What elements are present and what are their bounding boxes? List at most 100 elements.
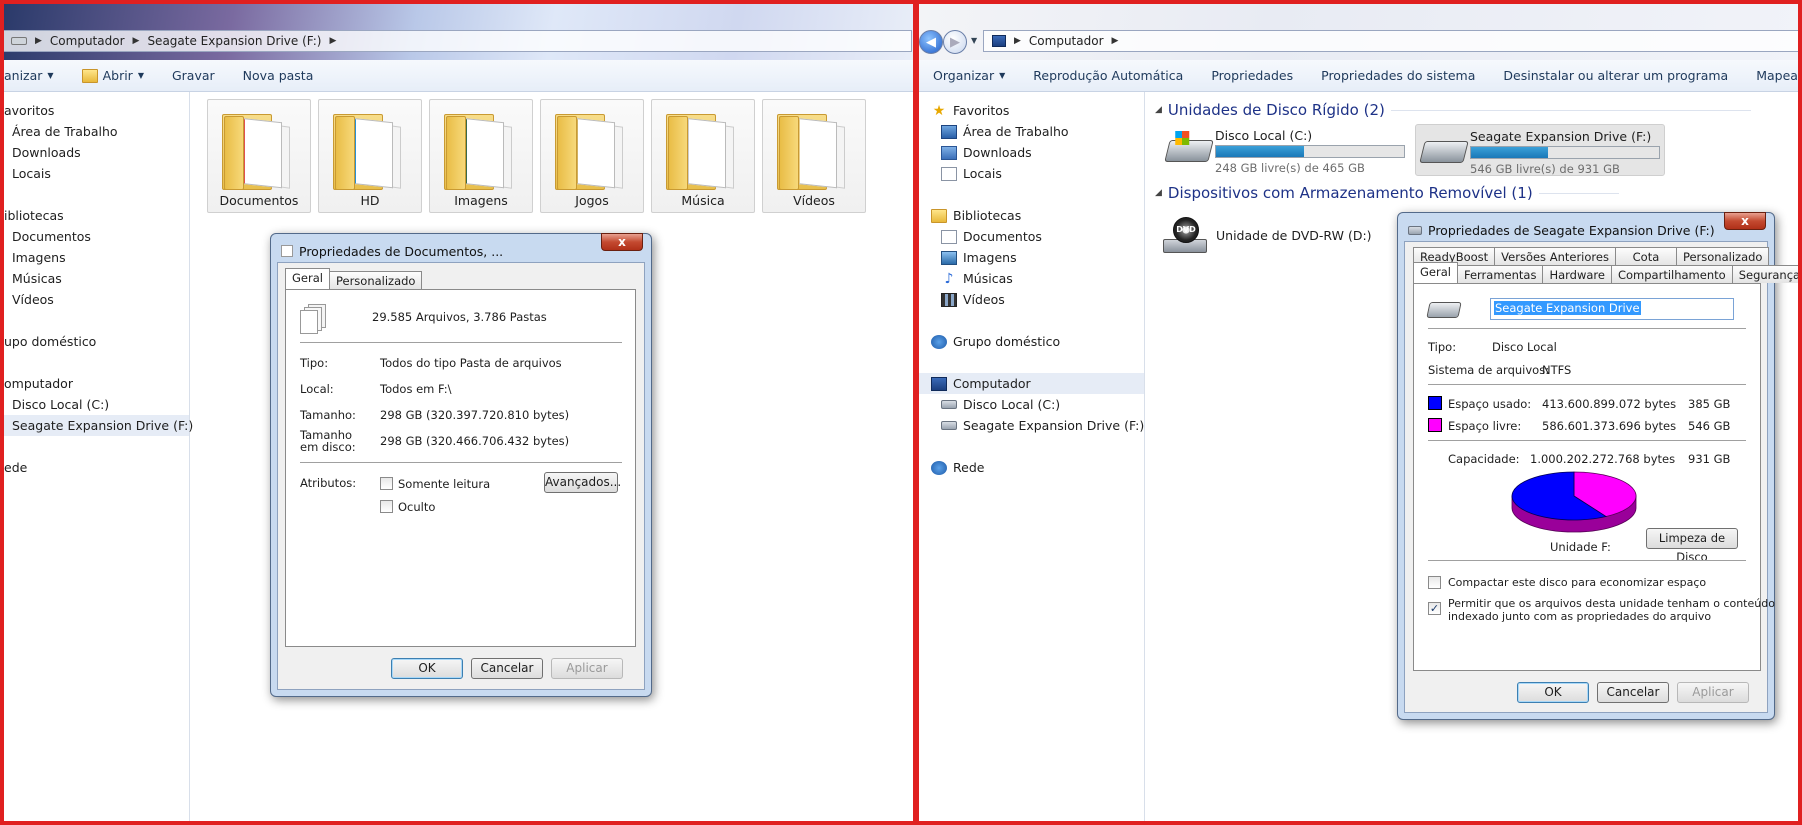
address-bar[interactable]: ▶ Computador ▶ Seagate Expansion Drive (…: [4, 30, 912, 52]
tab-top[interactable]: Versões Anteriores: [1494, 247, 1616, 265]
collapse-icon: ◢: [1155, 105, 1162, 115]
capacity-label: Capacidade:: [1448, 452, 1520, 466]
tab-top[interactable]: Personalizado: [1675, 247, 1770, 265]
cancel-button[interactable]: Cancelar: [471, 658, 543, 679]
section-removable[interactable]: ◢ Dispositivos com Armazenamento Removív…: [1155, 184, 1619, 202]
nav-rede[interactable]: Rede: [919, 457, 1144, 478]
nav-videos[interactable]: Vídeos: [919, 289, 1144, 310]
folder-tile[interactable]: Música: [651, 99, 755, 213]
collapse-icon: ◢: [1155, 188, 1162, 198]
nav-item[interactable]: Disco Local (C:): [4, 394, 189, 415]
folder-tile[interactable]: HD: [318, 99, 422, 213]
compact-checkbox[interactable]: [1428, 576, 1441, 589]
tab-bottom[interactable]: Geral: [1413, 262, 1458, 283]
burn-button[interactable]: Gravar: [158, 68, 229, 83]
nav-seagate[interactable]: Seagate Expansion Drive (F:): [919, 415, 1144, 436]
disk-cleanup-button[interactable]: Limpeza de Disco: [1646, 528, 1738, 564]
open-button[interactable]: Abrir ▼: [68, 68, 158, 83]
nav-item[interactable]: Seagate Expansion Drive (F:): [4, 415, 193, 436]
toolbar-button[interactable]: Propriedades do sistema: [1307, 68, 1489, 83]
nav-item[interactable]: Locais: [4, 163, 189, 184]
drive-name-input[interactable]: Seagate Expansion Drive: [1490, 298, 1734, 320]
fs-label: Sistema de arquivos:: [1428, 363, 1550, 377]
ok-button[interactable]: OK: [391, 658, 463, 679]
used-space-swatch: [1428, 396, 1442, 410]
tab-bottom[interactable]: Compartilhamento: [1610, 265, 1733, 283]
nav-item[interactable]: Downloads: [4, 142, 189, 163]
drive-item[interactable]: Seagate Expansion Drive (F:) 546 GB livre…: [1415, 124, 1665, 176]
nav-item[interactable]: Músicas: [4, 268, 189, 289]
nav-item[interactable]: Documentos: [4, 226, 189, 247]
used-bytes: 413.600.899.072 bytes: [1542, 397, 1677, 411]
libraries-icon: [931, 208, 947, 223]
history-dropdown-icon[interactable]: ▼: [971, 36, 977, 45]
toolbar-button[interactable]: Reprodução Automática: [1019, 68, 1197, 83]
organize-button[interactable]: anizar ▼: [4, 68, 68, 83]
folder-tile[interactable]: Documentos: [207, 99, 311, 213]
toolbar-button[interactable]: Organizar ▼: [919, 68, 1019, 83]
nav-item[interactable]: omputador: [4, 373, 189, 394]
new-folder-button[interactable]: Nova pasta: [229, 68, 328, 83]
folder-tile[interactable]: Imagens: [429, 99, 533, 213]
nav-item-label: Documentos: [12, 229, 91, 244]
breadcrumb-computador[interactable]: Computador: [1029, 34, 1104, 48]
toolbar-button[interactable]: Desinstalar ou alterar um programa: [1489, 68, 1742, 83]
tab-personalizado[interactable]: Personalizado: [328, 271, 423, 289]
hard-drive-icon: [941, 421, 957, 430]
folder-tile[interactable]: Vídeos: [762, 99, 866, 213]
computer-icon: [931, 376, 947, 391]
index-checkbox[interactable]: ✓: [1428, 602, 1441, 615]
cancel-button[interactable]: Cancelar: [1597, 682, 1669, 703]
forward-button[interactable]: ▶: [943, 30, 967, 54]
nav-item-label: Downloads: [12, 145, 81, 160]
nav-item[interactable]: avoritos: [4, 100, 189, 121]
tab-bottom[interactable]: Ferramentas: [1456, 265, 1544, 283]
tab-geral[interactable]: Geral: [285, 268, 330, 289]
breadcrumb-computador[interactable]: Computador: [50, 34, 125, 48]
nav-item[interactable]: ede: [4, 457, 189, 478]
nav-item[interactable]: Imagens: [4, 247, 189, 268]
nav-item[interactable]: ibliotecas: [4, 205, 189, 226]
hidden-checkbox[interactable]: [380, 500, 393, 513]
nav-item[interactable]: upo doméstico: [4, 331, 189, 352]
address-bar[interactable]: ▶ Computador ▶: [983, 30, 1798, 52]
readonly-checkbox[interactable]: [380, 477, 393, 490]
advanced-button[interactable]: Avançados...: [544, 472, 621, 493]
nav-documentos[interactable]: Documentos: [919, 226, 1144, 247]
ok-button[interactable]: OK: [1517, 682, 1589, 703]
drive-item[interactable]: Disco Local (C:) 248 GB livre(s) de 465 G…: [1161, 124, 1411, 176]
tab-strip: Geral Personalizado: [285, 268, 423, 289]
nav-item-label: Músicas: [12, 271, 62, 286]
nav-item[interactable]: Área de Trabalho: [4, 121, 189, 142]
toolbar-button[interactable]: Propriedades: [1197, 68, 1307, 83]
close-button[interactable]: x: [1724, 212, 1766, 230]
nav-item[interactable]: Vídeos: [4, 289, 189, 310]
nav-imagens[interactable]: Imagens: [919, 247, 1144, 268]
nav-bibliotecas[interactable]: Bibliotecas: [919, 205, 1144, 226]
section-hard-drives[interactable]: ◢ Unidades de Disco Rígido (2): [1155, 101, 1751, 119]
toolbar-button[interactable]: Mapear unidade de rede: [1742, 68, 1798, 83]
folder-icon: [222, 108, 292, 190]
tab-bottom[interactable]: Hardware: [1542, 265, 1612, 283]
nav-downloads[interactable]: Downloads: [919, 142, 1144, 163]
nav-favoritos[interactable]: ★ Favoritos: [919, 100, 1144, 121]
close-button[interactable]: x: [601, 233, 643, 251]
nav-computador[interactable]: Computador: [919, 373, 1144, 394]
tab-top[interactable]: Cota: [1614, 247, 1677, 265]
dvd-drive-item[interactable]: DVD Unidade de DVD-RW (D:): [1163, 211, 1372, 259]
nav-locais[interactable]: Locais: [919, 163, 1144, 184]
tab-bottom[interactable]: Segurança: [1731, 265, 1798, 283]
used-label: Espaço usado:: [1448, 397, 1532, 411]
nav-grupo-domestico[interactable]: Grupo doméstico: [919, 331, 1144, 352]
videos-icon: [941, 292, 957, 307]
nav-area-de-trabalho[interactable]: Área de Trabalho: [919, 121, 1144, 142]
folder-label: Vídeos: [793, 193, 835, 208]
drive-usage-bar: [1470, 146, 1660, 159]
folder-label: Música: [681, 193, 725, 208]
atributos-label: Atributos:: [300, 476, 357, 490]
folder-tile[interactable]: Jogos: [540, 99, 644, 213]
nav-disco-local[interactable]: Disco Local (C:): [919, 394, 1144, 415]
breadcrumb-seagate[interactable]: Seagate Expansion Drive (F:): [147, 34, 321, 48]
nav-musicas[interactable]: ♪ Músicas: [919, 268, 1144, 289]
back-button[interactable]: ◀: [919, 30, 943, 54]
